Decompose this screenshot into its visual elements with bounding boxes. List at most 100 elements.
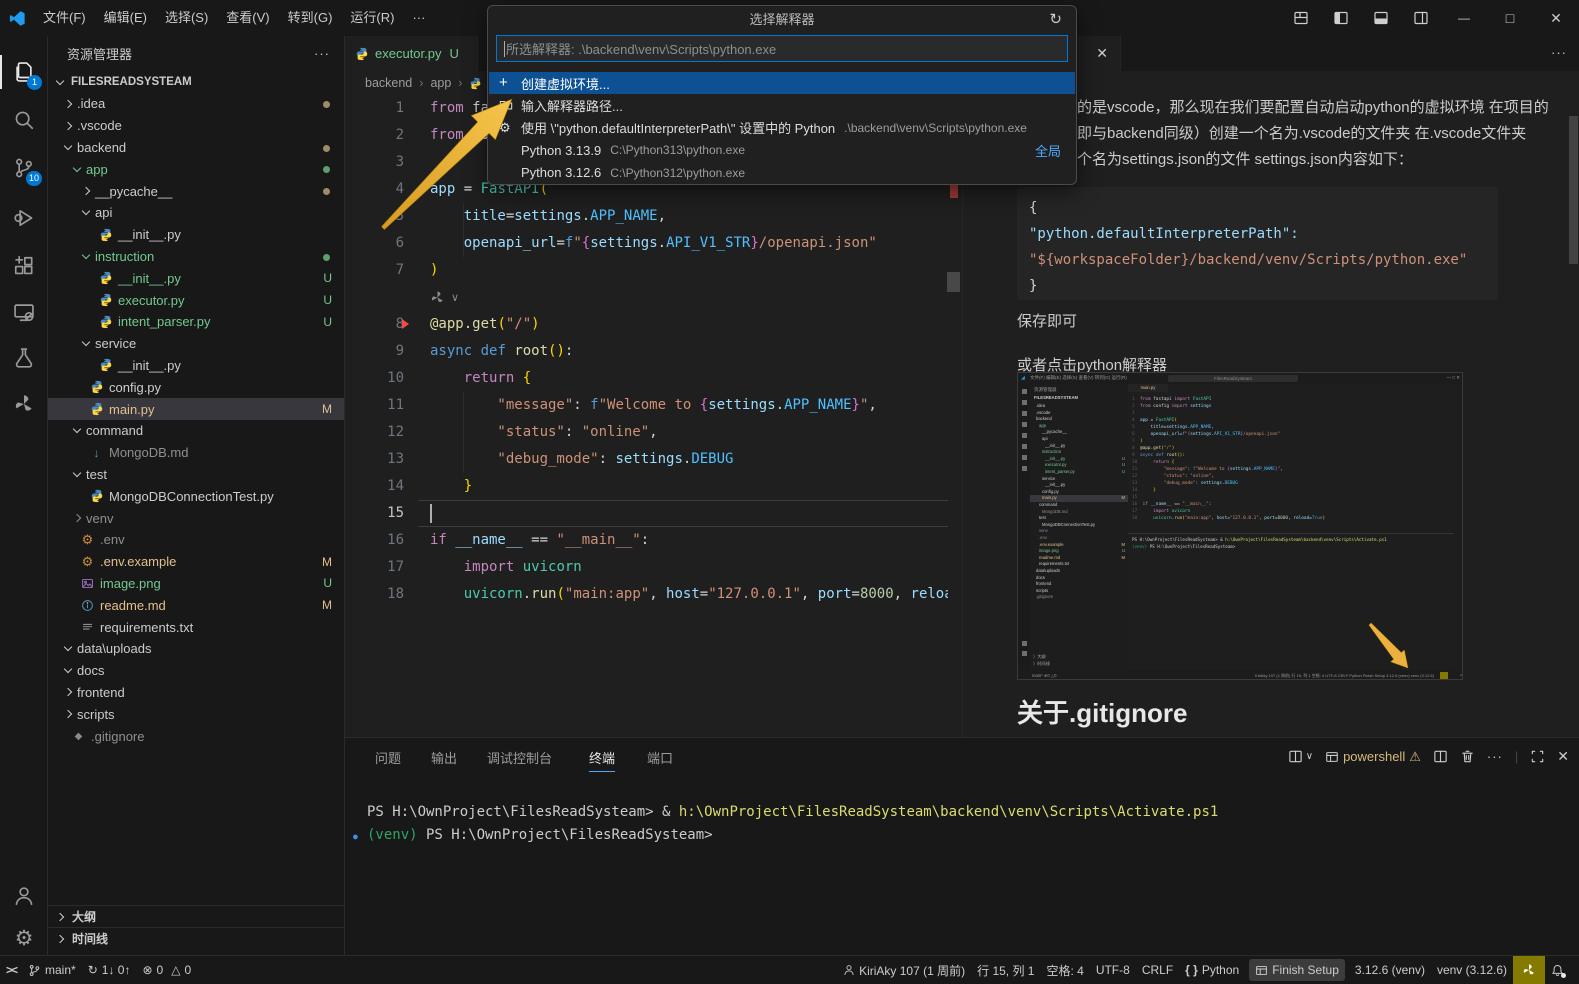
- status-indentation[interactable]: 空格: 4: [1040, 959, 1089, 981]
- editor-scrollbar[interactable]: [947, 272, 960, 292]
- panel-tab-终端[interactable]: 终端: [589, 746, 615, 772]
- tree-root-folder[interactable]: FILESREADSYSTEAM: [48, 71, 344, 93]
- tree-item-__pycache__[interactable]: __pycache__: [48, 180, 344, 202]
- close-window-icon[interactable]: ✕: [1533, 10, 1579, 27]
- tree-item-__init__.py[interactable]: __init__.pyU: [48, 267, 344, 289]
- tree-item-image.png[interactable]: image.pngU: [48, 573, 344, 595]
- terminal-instance[interactable]: powershell⚠: [1325, 749, 1421, 765]
- tree-item-.gitignore[interactable]: ◆.gitignore: [48, 725, 344, 747]
- activity-explorer[interactable]: 1: [0, 50, 48, 94]
- tree-item-.vscode[interactable]: .vscode: [48, 115, 344, 137]
- tree-item-frontend[interactable]: frontend: [48, 682, 344, 704]
- tree-item-scripts[interactable]: scripts: [48, 703, 344, 725]
- status-python-interpreter[interactable]: 3.12.6 (venv): [1349, 959, 1431, 981]
- menu-F[interactable]: 文件(F): [34, 6, 95, 30]
- split-terminal-icon[interactable]: [1433, 749, 1448, 764]
- menu-R[interactable]: 运行(R): [341, 6, 403, 30]
- menu-[interactable]: ···: [403, 6, 434, 30]
- tab-executor-py[interactable]: executor.py U: [345, 36, 478, 71]
- status-language-mode[interactable]: { }Python: [1179, 959, 1245, 981]
- activity-run-debug[interactable]: [0, 196, 48, 240]
- status-notifications[interactable]: [1545, 959, 1579, 981]
- activity-source-control[interactable]: 10: [0, 146, 48, 190]
- toggle-sidebar-icon[interactable]: [1321, 0, 1361, 36]
- tree-item-data-uploads[interactable]: data\uploads: [48, 638, 344, 660]
- status-encoding[interactable]: UTF-8: [1090, 959, 1136, 981]
- activity-extensions[interactable]: [0, 244, 48, 288]
- status-ai-extension[interactable]: [1513, 956, 1545, 984]
- sidebar-section-outline[interactable]: 大纲: [48, 905, 344, 927]
- status-eol[interactable]: CRLF: [1136, 959, 1179, 981]
- refresh-icon[interactable]: ↻: [1049, 6, 1062, 33]
- status-venv-indicator[interactable]: venv (3.12.6): [1431, 959, 1513, 981]
- tree-item-.idea[interactable]: .idea: [48, 93, 344, 115]
- tree-item-.env[interactable]: ⚙.env: [48, 529, 344, 551]
- breadcrumb-item: app: [430, 76, 451, 90]
- interpreter-option-1[interactable]: 输入解释器路径...: [489, 94, 1075, 116]
- status-finish-setup[interactable]: Finish Setup: [1249, 959, 1345, 981]
- activity-remote-explorer[interactable]: [0, 290, 48, 334]
- panel-tab-输出[interactable]: 输出: [431, 746, 457, 772]
- tree-item-readme.md[interactable]: readme.mdM: [48, 594, 344, 616]
- status-remote-indicator[interactable]: ><: [0, 959, 22, 981]
- status-git-branch[interactable]: main*: [22, 959, 82, 981]
- tree-item-__init__.py[interactable]: __init__.py: [48, 355, 344, 377]
- tree-item-instruction[interactable]: instruction: [48, 246, 344, 268]
- close-panel-icon[interactable]: ✕: [1557, 748, 1569, 765]
- tree-item-test[interactable]: test: [48, 464, 344, 486]
- interpreter-option-3[interactable]: Python 3.13.9C:\Python313\python.exe全局: [489, 139, 1075, 161]
- tree-item-__init__.py[interactable]: __init__.py: [48, 224, 344, 246]
- tree-item-intent_parser.py[interactable]: intent_parser.pyU: [48, 311, 344, 333]
- interpreter-option-4[interactable]: Python 3.12.6C:\Python312\python.exe: [489, 162, 1075, 184]
- maximize-panel-icon[interactable]: [1530, 749, 1545, 764]
- tree-item-venv[interactable]: venv: [48, 507, 344, 529]
- tree-item-service[interactable]: service: [48, 333, 344, 355]
- status-gitlens-blame[interactable]: KiriAky 107 (1 周前): [837, 959, 971, 981]
- tree-item-MongoDB.md[interactable]: ↓MongoDB.md: [48, 442, 344, 464]
- sidebar-more-icon[interactable]: ···: [314, 46, 330, 61]
- panel-tab-端口[interactable]: 端口: [647, 746, 673, 772]
- interpreter-input[interactable]: 所选解释器: .\backend\venv\Scripts\python.exe: [496, 35, 1068, 62]
- status-git-sync[interactable]: ↻1↓ 0↑: [82, 959, 137, 981]
- close-icon[interactable]: ✕: [1096, 45, 1108, 62]
- tree-item-requirements.txt[interactable]: requirements.txt: [48, 616, 344, 638]
- ai-codelens[interactable]: ∨: [430, 284, 459, 311]
- preview-scrollbar[interactable]: [1569, 116, 1578, 264]
- terminal-more-icon[interactable]: ···: [1487, 749, 1503, 764]
- menu-V[interactable]: 查看(V): [217, 6, 278, 30]
- tree-item-.env.example[interactable]: ⚙.env.exampleM: [48, 551, 344, 573]
- kill-terminal-icon[interactable]: [1460, 749, 1475, 764]
- editor-actions-more-icon[interactable]: ···: [1551, 45, 1567, 60]
- customize-layout-icon[interactable]: [1281, 0, 1321, 36]
- activity-settings[interactable]: ⚙: [0, 916, 48, 960]
- tree-item-command[interactable]: command: [48, 420, 344, 442]
- sidebar-section-timeline[interactable]: 时间线: [48, 927, 344, 949]
- interpreter-option-2[interactable]: ⚙使用 \"python.defaultInterpreterPath\" 设置…: [489, 117, 1075, 139]
- minimize-icon[interactable]: —: [1441, 11, 1487, 25]
- code-editor[interactable]: 1from fastapi import FastAPI2from config…: [345, 95, 948, 737]
- tree-item-api[interactable]: api: [48, 202, 344, 224]
- new-terminal-icon[interactable]: ∨: [1288, 749, 1313, 764]
- panel-tab-调试控制台[interactable]: 调试控制台: [487, 746, 552, 772]
- status-cursor-position[interactable]: 行 15, 列 1: [971, 959, 1040, 981]
- toggle-secondary-sidebar-icon[interactable]: [1401, 0, 1441, 36]
- tree-item-executor.py[interactable]: executor.pyU: [48, 289, 344, 311]
- tree-item-backend[interactable]: backend: [48, 137, 344, 159]
- toggle-panel-icon[interactable]: [1361, 0, 1401, 36]
- activity-testing[interactable]: [0, 336, 48, 380]
- tree-item-MongoDBConnectionTest.py[interactable]: MongoDBConnectionTest.py: [48, 485, 344, 507]
- tree-item-main.py[interactable]: main.pyM: [48, 398, 344, 420]
- activity-search[interactable]: [0, 98, 48, 142]
- maximize-icon[interactable]: □: [1487, 10, 1533, 26]
- interpreter-option-0[interactable]: +创建虚拟环境...: [489, 72, 1075, 94]
- menu-S[interactable]: 选择(S): [156, 6, 217, 30]
- status-problems[interactable]: ⊗0△0: [136, 959, 197, 981]
- tree-item-config.py[interactable]: config.py: [48, 376, 344, 398]
- tree-item-docs[interactable]: docs: [48, 660, 344, 682]
- activity-account[interactable]: [0, 874, 48, 918]
- activity-ai-assistant[interactable]: [0, 382, 48, 426]
- tree-item-app[interactable]: app: [48, 158, 344, 180]
- menu-E[interactable]: 编辑(E): [95, 6, 156, 30]
- panel-tab-问题[interactable]: 问题: [375, 746, 401, 772]
- menu-G[interactable]: 转到(G): [279, 6, 342, 30]
